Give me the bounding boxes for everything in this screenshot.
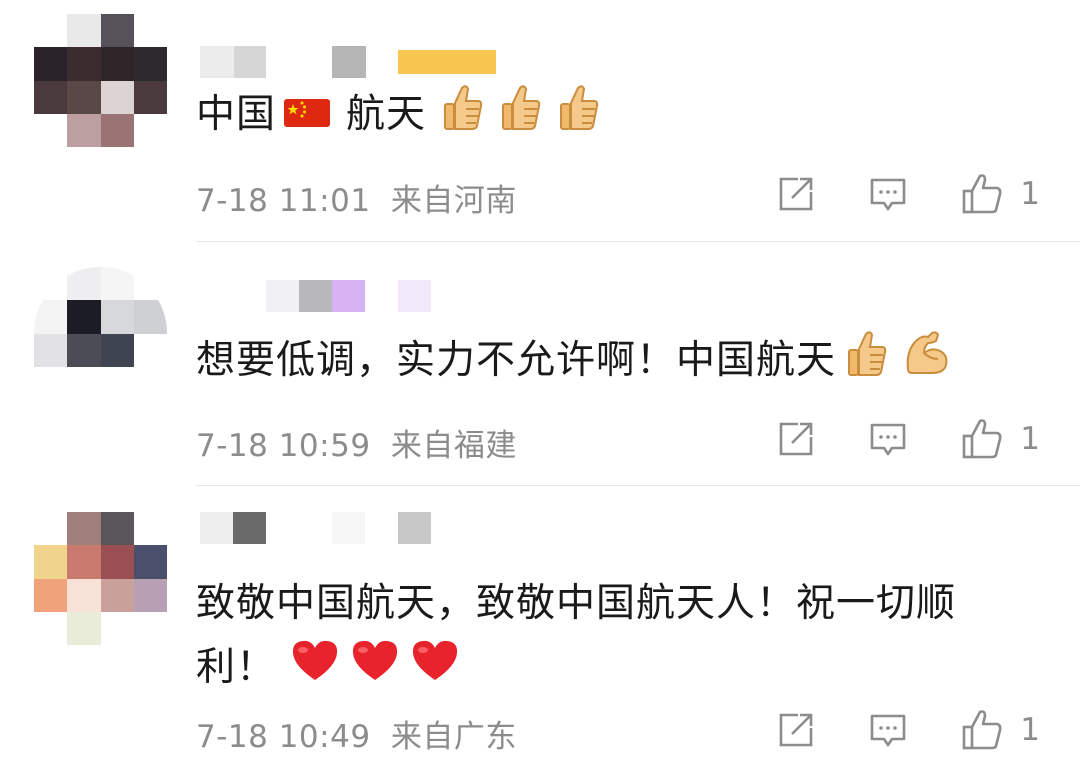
comment-button[interactable] bbox=[868, 174, 908, 214]
username[interactable] bbox=[266, 280, 431, 312]
divider bbox=[196, 241, 1080, 242]
comment-location: 来自河南 bbox=[390, 183, 517, 219]
like-count: 1 bbox=[1020, 712, 1040, 748]
comment-button[interactable] bbox=[868, 710, 908, 750]
like-count: 1 bbox=[1020, 176, 1040, 212]
avatar[interactable] bbox=[34, 267, 167, 400]
comment-icon bbox=[870, 714, 906, 747]
comment-time: 7-18 10:59 bbox=[196, 428, 371, 464]
divider bbox=[196, 485, 1080, 486]
thumbs-up-emoji-icon bbox=[844, 328, 888, 397]
repost-icon bbox=[779, 713, 813, 747]
comment-text: 中国 航天 bbox=[196, 82, 600, 151]
avatar[interactable] bbox=[34, 14, 167, 147]
red-heart-emoji-icon bbox=[290, 638, 340, 701]
thumbs-up-emoji-icon bbox=[440, 82, 484, 151]
comment-location: 来自广东 bbox=[390, 719, 517, 755]
like-button[interactable]: 1 bbox=[960, 172, 1040, 216]
comment-meta: 7-18 11:01 来自河南 bbox=[196, 175, 517, 220]
flexed-biceps-emoji-icon bbox=[902, 329, 952, 396]
comment-text-part: 想要低调，实力不允许啊！中国航天 bbox=[196, 338, 837, 383]
comment-location: 来自福建 bbox=[390, 428, 517, 464]
comment-icon bbox=[870, 178, 906, 211]
comment-actions: 1 bbox=[724, 417, 1040, 461]
china-flag-icon bbox=[284, 86, 331, 148]
repost-button[interactable] bbox=[776, 710, 816, 750]
comment-button[interactable] bbox=[868, 419, 908, 459]
comment-text-part: 利！ bbox=[196, 645, 277, 690]
username[interactable] bbox=[200, 512, 431, 544]
username[interactable] bbox=[200, 46, 496, 78]
comment-item: 中国 航天 7-18 11:01 来自河南 1 bbox=[0, 0, 1080, 242]
repost-icon bbox=[779, 422, 813, 456]
comment-meta: 7-18 10:59 来自福建 bbox=[196, 420, 517, 465]
thumbs-up-icon bbox=[962, 174, 1002, 214]
thumbs-up-icon bbox=[962, 710, 1002, 750]
comment-meta: 7-18 10:49 来自广东 bbox=[196, 711, 517, 756]
red-heart-emoji-icon bbox=[410, 638, 460, 701]
thumbs-up-icon bbox=[962, 419, 1002, 459]
comment-text: 想要低调，实力不允许啊！中国航天 bbox=[196, 328, 952, 397]
thumbs-up-emoji-icon bbox=[498, 82, 542, 151]
comment-item: 致敬中国航天，致敬中国航天人！祝一切顺 利！ 7-18 10:49 来自广东 1 bbox=[0, 487, 1080, 778]
red-heart-emoji-icon bbox=[350, 638, 400, 701]
comment-icon bbox=[870, 423, 906, 456]
comment-actions: 1 bbox=[724, 172, 1040, 216]
comment-text-part: 中国 bbox=[196, 92, 277, 137]
repost-button[interactable] bbox=[776, 174, 816, 214]
comment-actions: 1 bbox=[724, 708, 1040, 752]
like-button[interactable]: 1 bbox=[960, 417, 1040, 461]
comment-text-part: 航天 bbox=[346, 92, 427, 137]
comment-time: 7-18 10:49 bbox=[196, 719, 371, 755]
comment-text: 致敬中国航天，致敬中国航天人！祝一切顺 利！ bbox=[196, 573, 956, 701]
avatar[interactable] bbox=[34, 512, 167, 645]
comment-item: 想要低调，实力不允许啊！中国航天 7-18 10:59 来自福建 1 bbox=[0, 243, 1080, 486]
comment-text-line: 致敬中国航天，致敬中国航天人！祝一切顺 bbox=[196, 581, 957, 626]
comment-time: 7-18 11:01 bbox=[196, 183, 371, 219]
comment-text-line: 利！ bbox=[196, 637, 956, 701]
repost-icon bbox=[779, 177, 813, 211]
repost-button[interactable] bbox=[776, 419, 816, 459]
like-count: 1 bbox=[1020, 421, 1040, 457]
thumbs-up-emoji-icon bbox=[556, 82, 600, 151]
like-button[interactable]: 1 bbox=[960, 708, 1040, 752]
